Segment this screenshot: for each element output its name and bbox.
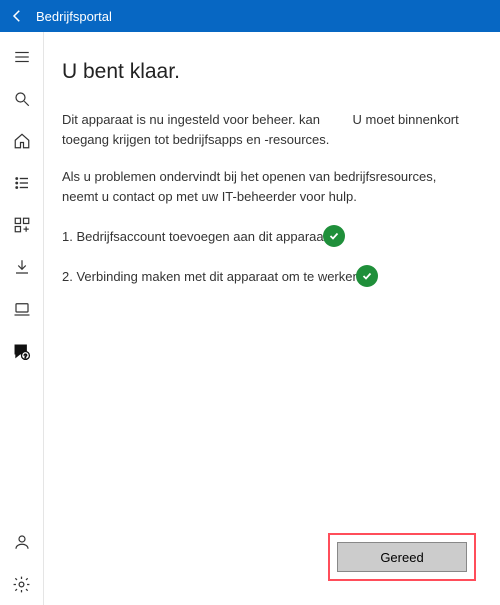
back-icon[interactable] [8, 7, 26, 25]
svg-text:?: ? [24, 353, 27, 359]
settings-icon[interactable] [0, 563, 44, 605]
list-icon[interactable] [0, 162, 44, 204]
menu-icon[interactable] [0, 36, 44, 78]
title-bar: Bedrijfsportal [0, 0, 500, 32]
search-icon[interactable] [0, 78, 44, 120]
done-button[interactable]: Gereed [337, 542, 467, 572]
step-2: 2. Verbinding maken met dit apparaat om … [62, 265, 476, 287]
step-2-label: 2. Verbinding maken met dit apparaat om … [62, 269, 360, 284]
help-paragraph: Als u problemen ondervindt bij het opene… [62, 167, 476, 207]
profile-icon[interactable] [0, 521, 44, 563]
device-icon[interactable] [0, 288, 44, 330]
app-title: Bedrijfsportal [36, 9, 112, 24]
support-icon[interactable]: ? [0, 330, 44, 372]
highlight-annotation: Gereed [328, 533, 476, 581]
intro-paragraph: Dit apparaat is nu ingesteld voor beheer… [62, 110, 476, 149]
page-heading: U bent klaar. [62, 60, 476, 84]
step-1-label: 1. Bedrijfsaccount toevoegen aan dit app… [62, 229, 327, 244]
apps-icon[interactable] [0, 204, 44, 246]
step-1: 1. Bedrijfsaccount toevoegen aan dit app… [62, 225, 476, 247]
main-content: U bent klaar. Dit apparaat is nu ingeste… [44, 32, 500, 605]
checkmark-icon [356, 265, 378, 287]
intro-text-a: Dit apparaat is nu ingesteld voor beheer… [62, 112, 320, 127]
download-icon[interactable] [0, 246, 44, 288]
home-icon[interactable] [0, 120, 44, 162]
checkmark-icon [323, 225, 345, 247]
sidebar: ? [0, 32, 44, 605]
